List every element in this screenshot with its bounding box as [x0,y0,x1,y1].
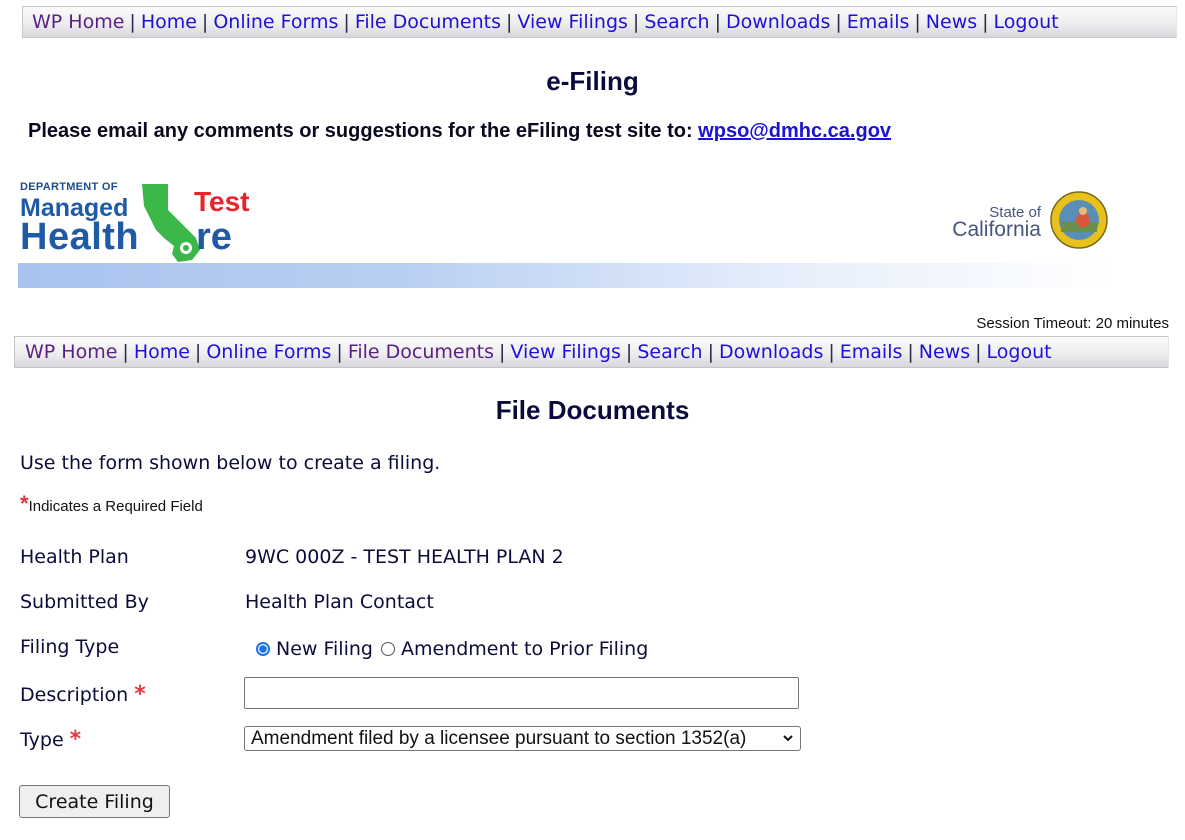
nav-link-emails[interactable]: Emails [847,11,910,33]
nav-separator: | [982,11,989,33]
california-text: California [952,218,1041,241]
nav-separator: | [707,341,715,363]
nav-separator: | [122,341,129,363]
top-navigation-bar: WP Home | Home | Online Forms | File Documents… [22,6,1177,38]
new-filing-radio[interactable] [256,642,270,656]
amendment-radio-label[interactable]: Amendment to Prior Filing [401,638,648,660]
nav-separator: | [914,11,921,33]
nav-link-file-documents[interactable]: File Documents [355,11,501,33]
dmhc-logo: DEPARTMENT OF Managed Health re Test [20,178,260,262]
submitted-by-label: Submitted By [20,591,149,613]
nav-link-search[interactable]: Search [644,11,709,33]
nav-link-logout[interactable]: Logout [987,341,1052,363]
feedback-notice: Please email any comments or suggestions… [28,120,891,143]
nav-separator: | [129,11,136,33]
nav-separator: | [975,341,982,363]
nav-separator: | [343,11,350,33]
create-filing-button[interactable]: Create Filing [19,785,170,818]
nav-link-online-forms[interactable]: Online Forms [206,341,331,363]
nav-link-search[interactable]: Search [637,341,702,363]
nav-link-logout[interactable]: Logout [994,11,1059,33]
test-environment-badge: Test [194,186,250,217]
required-asterisk-icon: * [134,682,146,707]
type-select[interactable]: Amendment filed by a licensee pursuant t… [244,726,801,751]
amendment-radio[interactable] [380,642,395,656]
type-selected-value: Amendment filed by a licensee pursuant t… [251,727,747,749]
state-seal-icon [1050,191,1108,249]
nav-separator: | [506,11,513,33]
nav-link-emails[interactable]: Emails [840,341,903,363]
nav-separator: | [201,11,209,33]
required-field-note: Indicates a Required Field [28,498,203,515]
nav-link-wp-home[interactable]: WP Home [32,11,124,33]
type-label: Type [20,729,64,751]
session-timeout: Session Timeout: 20 minutes [976,315,1169,332]
nav-link-downloads[interactable]: Downloads [719,341,823,363]
nav-link-news[interactable]: News [919,341,970,363]
nav-separator: | [828,341,835,363]
main-navigation-bar: WP Home | Home | Online Forms | File Documents… [14,336,1169,368]
submitted-by-value: Health Plan Contact [245,591,434,613]
nav-separator: | [714,11,722,33]
required-asterisk-icon: * [20,491,29,516]
nav-link-view-filings[interactable]: View Filings [517,11,628,33]
filing-type-radio-group: New Filing Amendment to Prior Filing [256,638,656,660]
nav-separator: | [194,341,202,363]
feedback-email-link[interactable]: wpso@dmhc.ca.gov [698,120,891,142]
nav-separator: | [625,341,633,363]
banner-gradient-bar [18,263,1113,288]
required-asterisk-icon: * [69,727,82,752]
chevron-down-icon [783,735,793,742]
nav-link-online-forms[interactable]: Online Forms [213,11,338,33]
nav-separator: | [632,11,640,33]
header-banner: DEPARTMENT OF Managed Health re Test Sta… [18,176,1113,290]
form-instructions: Use the form shown below to create a fil… [20,452,441,474]
nav-link-file-documents[interactable]: File Documents [348,341,494,363]
new-filing-radio-label[interactable]: New Filing [276,638,373,660]
required-field-legend: *Indicates a Required Field [20,493,203,516]
page-title: File Documents [495,395,690,425]
nav-link-view-filings[interactable]: View Filings [510,341,621,363]
health-plan-value: 9WC 000Z - TEST HEALTH PLAN 2 [245,546,564,568]
site-title: e-Filing [546,66,639,96]
nav-separator: | [499,341,506,363]
logo-department-text: DEPARTMENT OF [20,181,118,193]
description-label-row: Description * [20,682,146,707]
nav-link-wp-home[interactable]: WP Home [25,341,117,363]
health-plan-label: Health Plan [20,546,129,568]
description-input[interactable] [244,677,799,709]
type-label-row: Type * [20,727,81,752]
nav-separator: | [336,341,343,363]
feedback-text: Please email any comments or suggestions… [28,120,699,142]
state-of-california-logo: State of California [940,188,1115,258]
nav-link-home[interactable]: Home [141,11,197,33]
nav-link-news[interactable]: News [926,11,977,33]
logo-health-text: Health [20,216,140,258]
description-label: Description [20,684,129,706]
nav-link-downloads[interactable]: Downloads [726,11,830,33]
nav-separator: | [835,11,842,33]
logo-care-text: re [196,216,232,258]
nav-separator: | [907,341,914,363]
filing-type-label: Filing Type [20,636,120,658]
nav-link-home[interactable]: Home [134,341,190,363]
